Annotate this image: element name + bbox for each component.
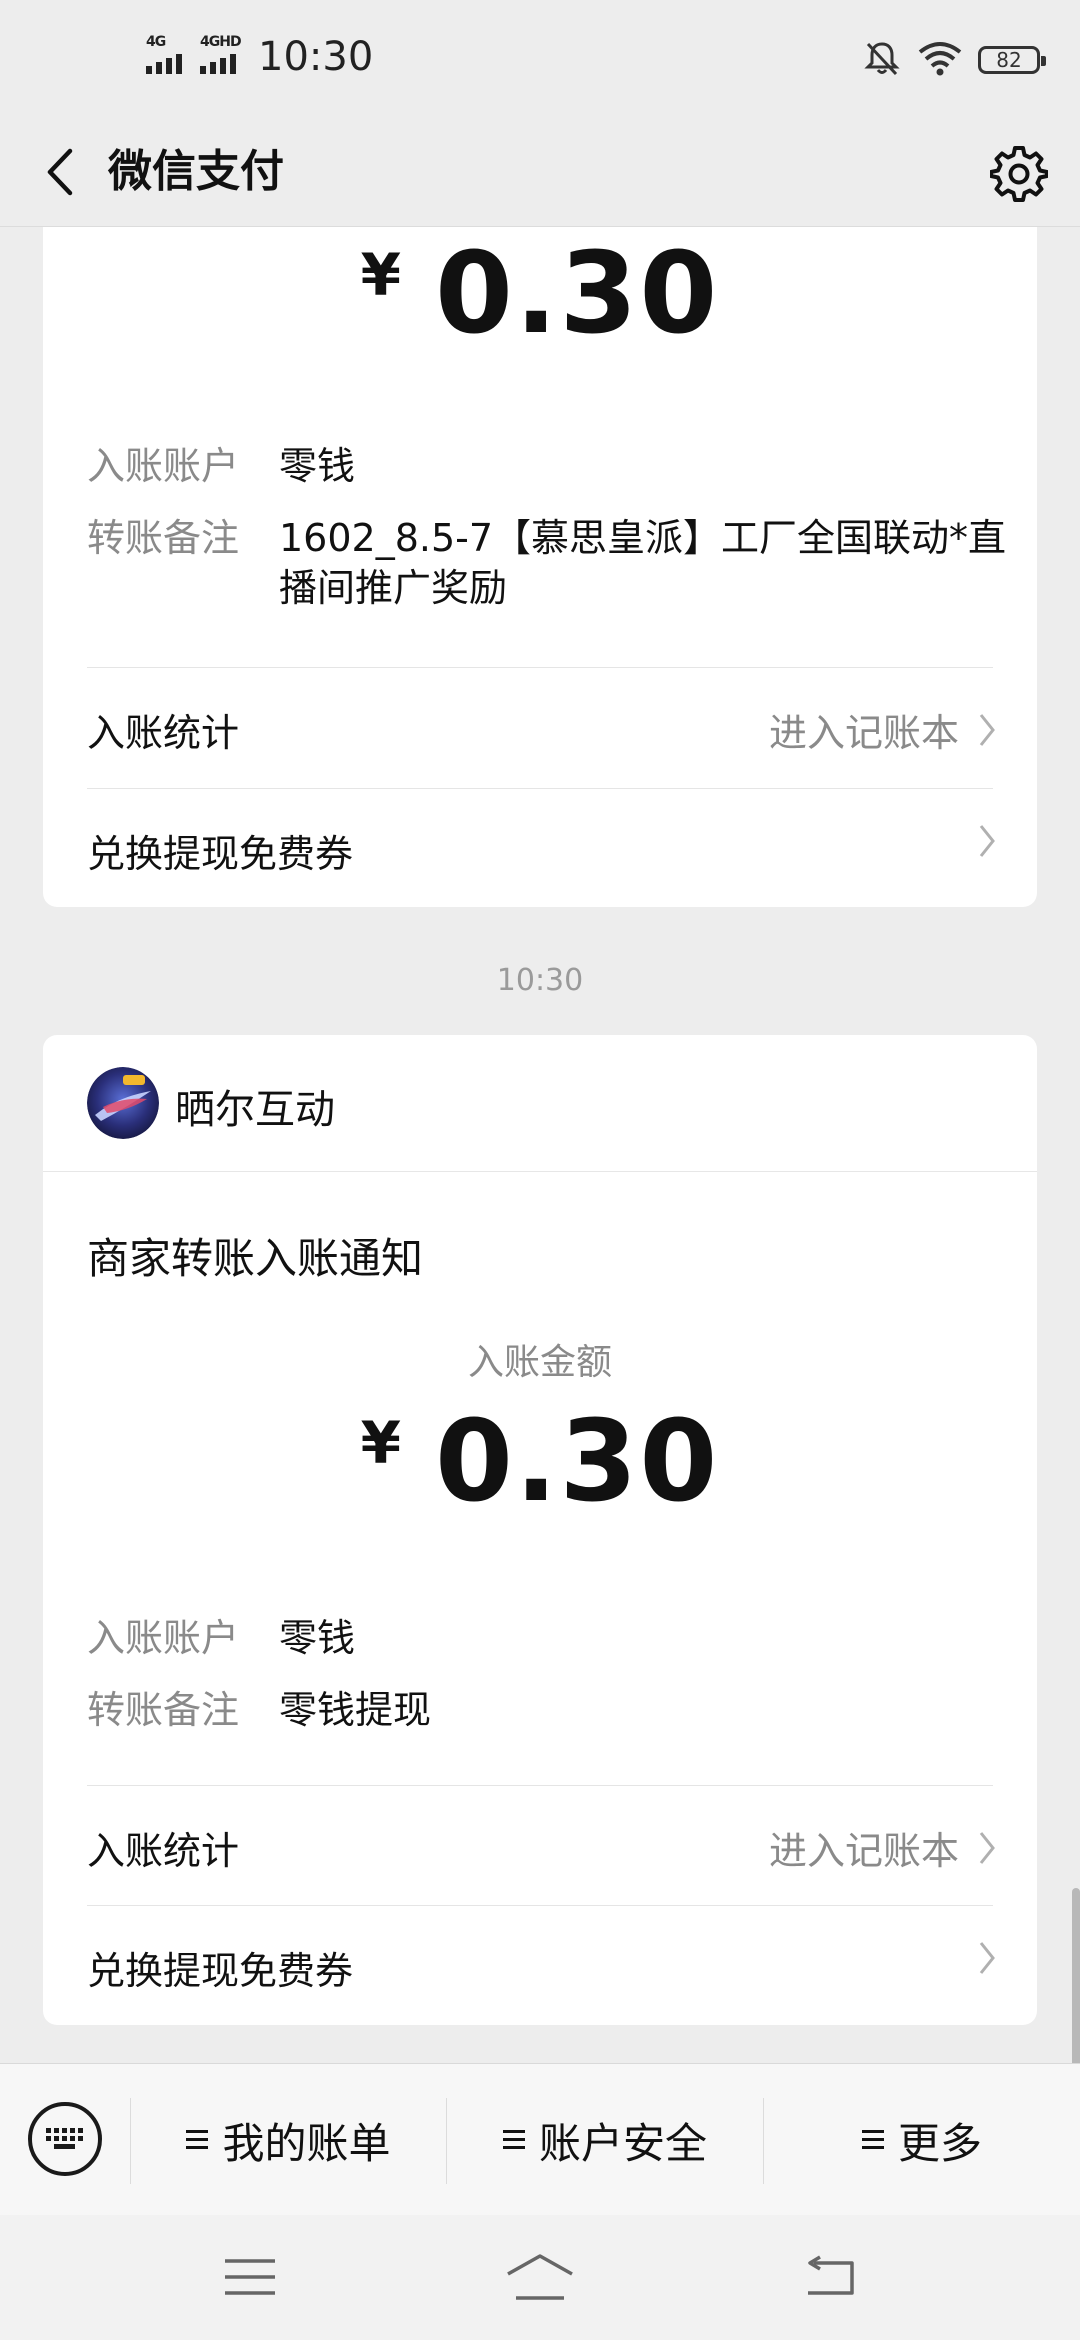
back-system-button[interactable] bbox=[790, 2245, 870, 2309]
account-value: 零钱 bbox=[279, 444, 356, 488]
message-list[interactable]: ¥0.30 入账账户 零钱 转账备注 1602_8.5-7【慕思皇派】工厂全国联… bbox=[0, 227, 1080, 2063]
menu-label: 更多 bbox=[897, 2118, 982, 2168]
status-bar: 4G 4GHD 10:30 82 bbox=[0, 0, 1080, 120]
menu-list-icon bbox=[186, 2130, 209, 2150]
menu-more[interactable]: 更多 bbox=[764, 2064, 1080, 2216]
income-stats-label: 入账统计 bbox=[87, 711, 240, 755]
income-stats-row[interactable]: 入账统计 进入记账本 bbox=[43, 668, 1037, 788]
chevron-right-icon bbox=[979, 1942, 995, 1974]
mute-bell-icon bbox=[862, 38, 902, 82]
currency-symbol: ¥ bbox=[360, 241, 401, 309]
currency-symbol: ¥ bbox=[360, 1409, 401, 1477]
bottom-menu: 我的账单 账户安全 更多 bbox=[0, 2063, 1080, 2216]
scrollbar[interactable] bbox=[1072, 1888, 1080, 2068]
amount-display: ¥0.30 bbox=[43, 1397, 1037, 1527]
keyboard-toggle-button[interactable] bbox=[28, 2102, 102, 2176]
home-icon bbox=[507, 2254, 573, 2300]
back-icon bbox=[808, 2255, 854, 2295]
note-value: 1602_8.5-7【慕思皇派】工厂全国联动*直播间推广奖励 bbox=[279, 516, 1007, 610]
account-label: 入账账户 bbox=[87, 444, 240, 488]
merchant-header[interactable]: 晒尔互动 bbox=[43, 1035, 1037, 1172]
battery-level: 82 bbox=[996, 48, 1022, 72]
chevron-left-icon bbox=[47, 148, 73, 196]
chevron-right-icon bbox=[979, 1831, 995, 1864]
keyboard-icon bbox=[46, 2128, 83, 2149]
income-stats-row[interactable]: 入账统计 进入记账本 bbox=[43, 1786, 1037, 1906]
recent-apps-button[interactable] bbox=[210, 2245, 290, 2309]
coupon-label: 兑换提现免费券 bbox=[87, 1949, 354, 1993]
menu-my-bills[interactable]: 我的账单 bbox=[131, 2064, 446, 2216]
network-type-1: 4G bbox=[146, 34, 166, 50]
coupon-label: 兑换提现免费券 bbox=[87, 832, 354, 876]
menu-icon bbox=[225, 2259, 275, 2295]
amount-value: 0.30 bbox=[435, 229, 720, 359]
amount-display: ¥0.30 bbox=[43, 229, 1037, 359]
account-label: 入账账户 bbox=[87, 1616, 240, 1660]
payment-card-2[interactable]: 晒尔互动 商家转账入账通知 入账金额 ¥0.30 入账账户 零钱 转账备注 零钱… bbox=[43, 1035, 1037, 2025]
ledger-link: 进入记账本 bbox=[768, 1829, 959, 1873]
menu-account-security[interactable]: 账户安全 bbox=[447, 2064, 763, 2216]
payment-card-1: ¥0.30 入账账户 零钱 转账备注 1602_8.5-7【慕思皇派】工厂全国联… bbox=[43, 227, 1037, 907]
coupon-row[interactable]: 兑换提现免费券 bbox=[43, 789, 1037, 907]
status-time: 10:30 bbox=[258, 34, 374, 80]
notice-title: 商家转账入账通知 bbox=[87, 1234, 424, 1283]
merchant-avatar[interactable] bbox=[87, 1067, 159, 1139]
settings-button[interactable] bbox=[984, 138, 1054, 208]
menu-list-icon bbox=[502, 2130, 525, 2150]
merchant-name: 晒尔互动 bbox=[175, 1087, 335, 1133]
menu-list-icon bbox=[861, 2130, 884, 2150]
chevron-right-icon bbox=[979, 825, 995, 857]
message-timestamp: 10:30 bbox=[496, 963, 584, 998]
note-label: 转账备注 bbox=[87, 1688, 240, 1732]
gear-icon bbox=[990, 146, 1048, 202]
page-title: 微信支付 bbox=[108, 146, 284, 197]
menu-label: 我的账单 bbox=[222, 2118, 391, 2168]
account-value: 零钱 bbox=[279, 1616, 356, 1660]
amount-value: 0.30 bbox=[435, 1397, 720, 1527]
system-navigation-bar bbox=[0, 2215, 1080, 2340]
note-label: 转账备注 bbox=[87, 516, 240, 560]
ledger-link: 进入记账本 bbox=[768, 711, 959, 755]
nav-bar: 微信支付 bbox=[0, 120, 1080, 227]
battery-icon: 82 bbox=[978, 46, 1046, 74]
amount-label: 入账金额 bbox=[467, 1342, 612, 1383]
chevron-right-icon bbox=[979, 713, 995, 746]
home-button[interactable] bbox=[500, 2245, 580, 2309]
wifi-icon bbox=[918, 40, 962, 80]
network-type-2: 4GHD bbox=[200, 34, 242, 50]
note-value: 零钱提现 bbox=[279, 1688, 432, 1732]
income-stats-label: 入账统计 bbox=[87, 1829, 240, 1873]
back-button[interactable] bbox=[30, 140, 94, 204]
menu-label: 账户安全 bbox=[538, 2118, 707, 2168]
coupon-row[interactable]: 兑换提现免费券 bbox=[43, 1906, 1037, 2025]
